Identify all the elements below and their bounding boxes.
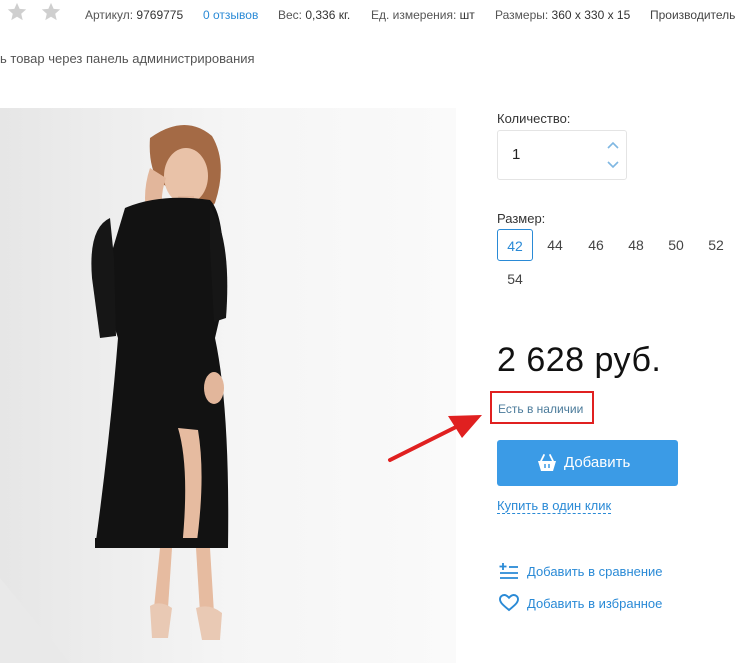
rating-star-icon[interactable] (6, 1, 28, 23)
annotation-arrow-icon (388, 415, 482, 462)
add-to-compare-label: Добавить в сравнение (527, 564, 663, 579)
add-to-cart-button[interactable]: Добавить (497, 440, 678, 486)
compare-icon (499, 563, 518, 579)
size-option[interactable]: 52 (698, 229, 734, 261)
quantity-value[interactable]: 1 (512, 146, 520, 163)
buy-one-click-link[interactable]: Купить в один клик (497, 498, 612, 514)
chevron-down-icon[interactable] (606, 157, 620, 171)
size-option[interactable]: 44 (537, 229, 573, 261)
product-price: 2 628 руб. (497, 341, 662, 379)
weight-meta: Вес: 0,336 кг. (278, 8, 350, 22)
product-image[interactable] (0, 108, 456, 663)
product-meta-bar: Артикул: 9769775 0 отзывов Вес: 0,336 кг… (0, 0, 740, 32)
quantity-stepper[interactable]: 1 (497, 130, 627, 180)
manufacturer-label: Производитель (650, 8, 736, 22)
stock-status: Есть в наличии (498, 402, 584, 416)
add-to-favorites-label: Добавить в избранное (527, 596, 663, 611)
article-meta: Артикул: 9769775 (85, 8, 183, 22)
article-value: 9769775 (136, 8, 184, 22)
rating-star-icon[interactable] (40, 1, 62, 23)
quantity-label: Количество: (497, 111, 571, 126)
size-option[interactable]: 48 (618, 229, 654, 261)
chevron-up-icon[interactable] (606, 139, 620, 153)
weight-label: Вес: (278, 8, 303, 22)
article-label: Артикул: (85, 8, 134, 22)
dimensions-value: 360 х 330 х 15 (551, 8, 631, 22)
size-option[interactable]: 54 (497, 263, 533, 295)
size-option[interactable]: 42 (497, 229, 533, 261)
reviews-link[interactable]: 0 отзывов (203, 8, 258, 22)
weight-value: 0,336 кг. (305, 8, 351, 22)
admin-note: ь товар через панель администрирования (0, 51, 255, 66)
size-label: Размер: (497, 211, 546, 226)
dimensions-label: Размеры: (495, 8, 549, 22)
heart-icon (499, 594, 519, 612)
product-photo-illustration (0, 108, 456, 663)
dimensions-meta: Размеры: 360 х 330 х 15 (495, 8, 630, 22)
size-option[interactable]: 50 (658, 229, 694, 261)
size-option[interactable]: 46 (578, 229, 614, 261)
add-to-cart-label: Добавить (564, 454, 631, 471)
unit-label: Ед. измерения: (371, 8, 457, 22)
stock-highlight-box: Есть в наличии (490, 391, 594, 424)
unit-meta: Ед. измерения: шт (371, 8, 475, 22)
unit-value: шт (459, 8, 475, 22)
basket-icon (538, 454, 556, 471)
